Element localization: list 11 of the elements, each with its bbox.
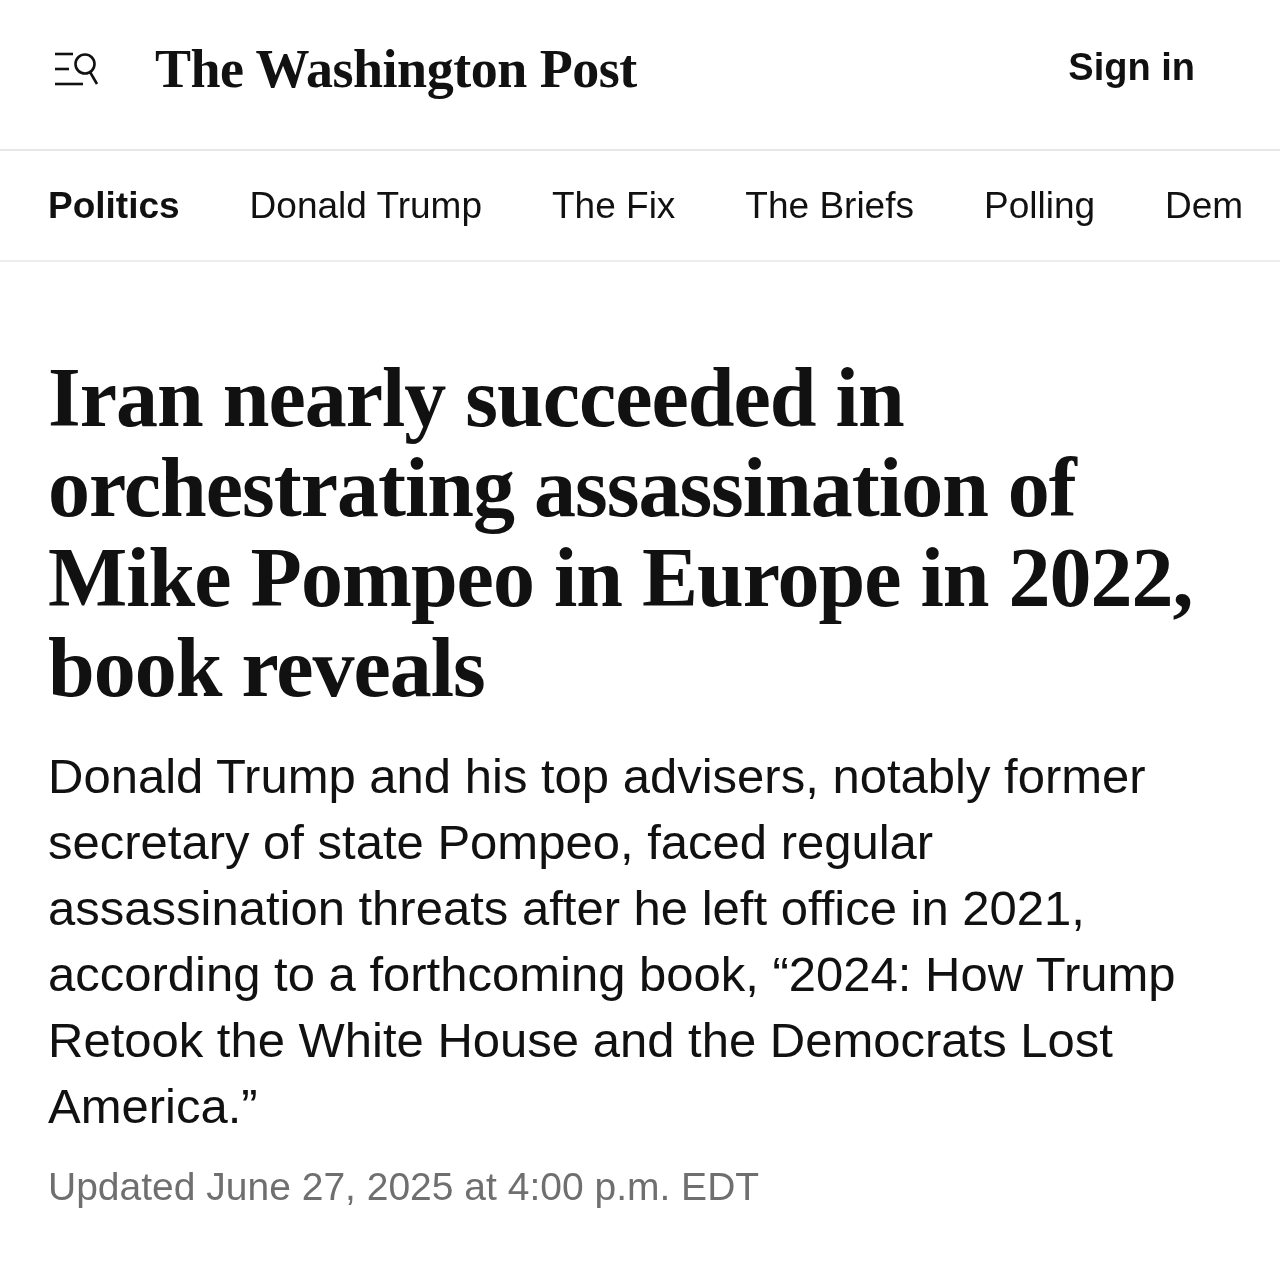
section-tab[interactable]: Dem (1165, 184, 1244, 227)
updated-timestamp: Updated June 27, 2025 at 4:00 p.m. EDT (48, 1165, 761, 1209)
headline: Iran nearly succeeded in orchestrating assassination of Mike Pompeo in Europe in 2022, book reveals (48, 353, 1194, 713)
article-summary: Donald Trump and his top advisers, notably former secretary of state Pompeo, faced regular assassination threats after he left office in 2021, according to a forthcoming book, “2024: How Trump Retook the White House and the Democrats Lost America.” (48, 748, 1177, 1135)
section-tab[interactable]: Politics (48, 184, 180, 227)
section-tab[interactable]: Donald Trump (249, 184, 482, 227)
section-tab[interactable]: The Fix (552, 184, 676, 227)
section-tab[interactable]: Polling (984, 184, 1096, 227)
sign-in-button[interactable]: Sign in (1068, 46, 1195, 89)
menu-search-icon[interactable] (55, 51, 101, 86)
section-tab[interactable]: The Briefs (745, 184, 914, 227)
